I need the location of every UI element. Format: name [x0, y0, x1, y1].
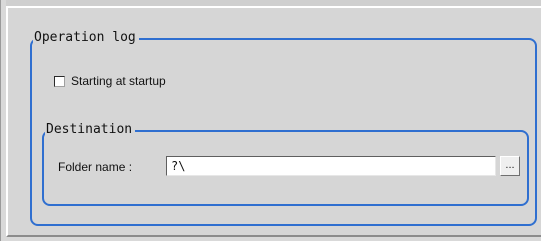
destination-group-label: Destination	[45, 123, 136, 137]
folder-name-label: Folder name :	[58, 160, 133, 174]
window-left-edge	[0, 0, 1, 241]
browse-button[interactable]: ...	[500, 156, 520, 176]
folder-name-input[interactable]: ?\	[166, 156, 496, 176]
starting-at-startup-option[interactable]: Starting at startup	[54, 74, 166, 88]
starting-at-startup-checkbox[interactable]	[54, 75, 65, 87]
operation-log-group-label: Operation log	[33, 31, 139, 45]
starting-at-startup-label: Starting at startup	[71, 74, 166, 88]
